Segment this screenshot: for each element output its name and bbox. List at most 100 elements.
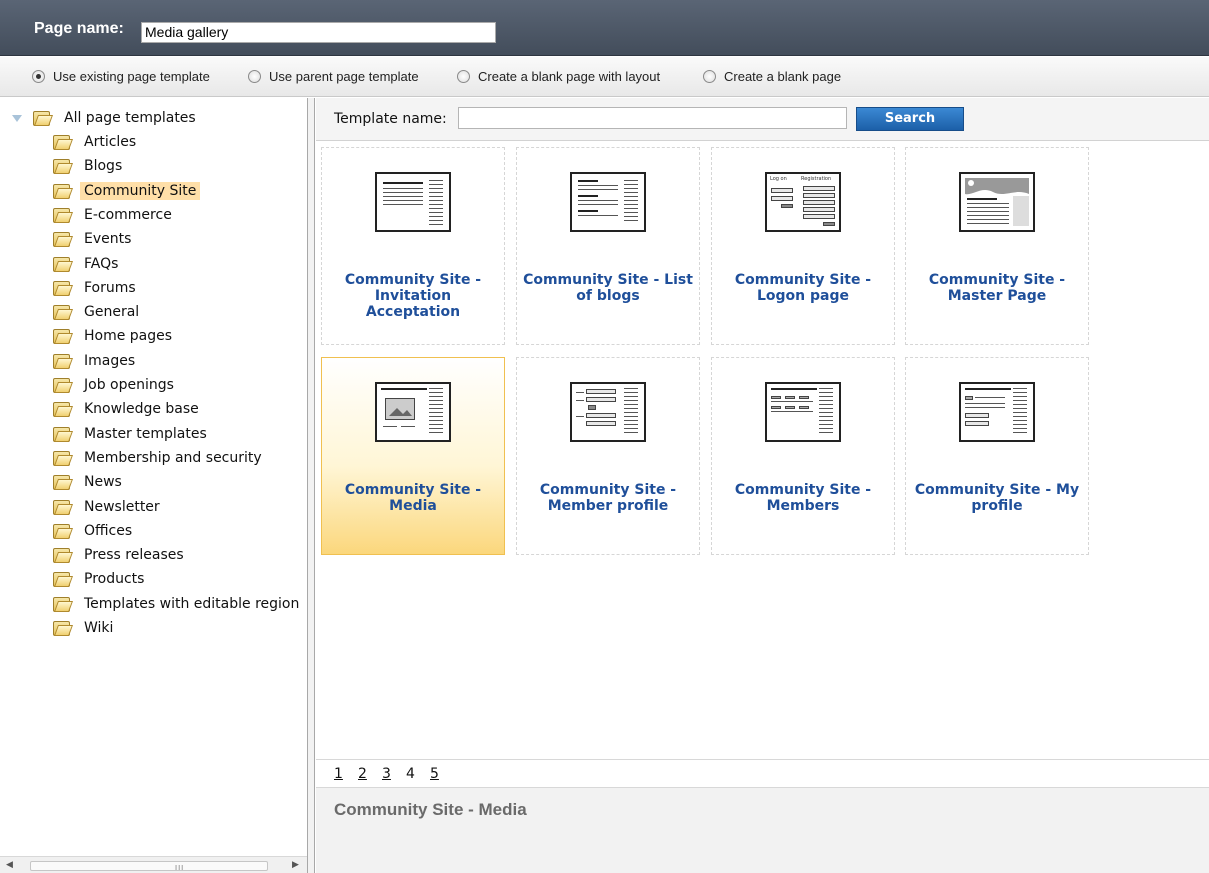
page-link[interactable]: 5 bbox=[430, 766, 439, 782]
tree-item-label[interactable]: Press releases bbox=[80, 546, 188, 564]
folder-icon bbox=[52, 353, 70, 369]
folder-icon bbox=[52, 159, 70, 175]
tree-item-label[interactable]: Newsletter bbox=[80, 498, 164, 516]
tree-item[interactable]: Knowledge base bbox=[52, 399, 203, 419]
tree-item[interactable]: Master templates bbox=[52, 424, 211, 444]
option-existing-template[interactable]: Use existing page template bbox=[32, 69, 210, 84]
tree-item[interactable]: Wiki bbox=[52, 618, 117, 638]
tree-item[interactable]: Offices bbox=[52, 521, 136, 541]
folder-icon bbox=[52, 305, 70, 321]
tree-item[interactable]: Events bbox=[52, 229, 135, 249]
tree-root[interactable]: All page templates bbox=[12, 108, 200, 128]
template-card-selected[interactable]: Community Site - Media bbox=[321, 357, 505, 555]
template-card[interactable]: Community Site - Member profile bbox=[516, 357, 700, 555]
folder-icon bbox=[52, 450, 70, 466]
thumb-registration-label: Registration bbox=[801, 176, 832, 182]
scroll-right-icon[interactable]: ▶ bbox=[292, 860, 299, 870]
tree-item-label[interactable]: General bbox=[80, 303, 143, 321]
tree-horizontal-scrollbar[interactable]: ◀ III ▶ bbox=[0, 856, 307, 873]
media-gallery-icon bbox=[375, 382, 451, 442]
tree-item-label[interactable]: Forums bbox=[80, 279, 140, 297]
template-title[interactable]: Community Site - List of blogs bbox=[523, 272, 693, 304]
template-card[interactable]: Community Site - Invitation Acceptation bbox=[321, 147, 505, 345]
tree-item[interactable]: Blogs bbox=[52, 156, 126, 176]
page-name-label: Page name: bbox=[34, 20, 124, 37]
thumb-logon-label: Log on bbox=[770, 176, 787, 182]
tree-item[interactable]: Membership and security bbox=[52, 448, 266, 468]
template-title[interactable]: Community Site - Invitation Acceptation bbox=[328, 272, 498, 320]
tree-item-label[interactable]: Master templates bbox=[80, 425, 211, 443]
folder-icon bbox=[52, 548, 70, 564]
option-parent-template[interactable]: Use parent page template bbox=[248, 69, 419, 84]
tree-item[interactable]: Home pages bbox=[52, 326, 176, 346]
tree-item-label[interactable]: Knowledge base bbox=[80, 400, 203, 418]
tree-item-label[interactable]: E-commerce bbox=[80, 206, 176, 224]
tree-item[interactable]: Articles bbox=[52, 132, 140, 152]
template-card[interactable]: Community Site - Members bbox=[711, 357, 895, 555]
tree-item[interactable]: Templates with editable region bbox=[52, 594, 303, 614]
folder-icon bbox=[32, 111, 50, 126]
page-link[interactable]: 2 bbox=[358, 766, 367, 782]
option-blank-page[interactable]: Create a blank page bbox=[703, 69, 841, 84]
template-title[interactable]: Community Site - Master Page bbox=[912, 272, 1082, 304]
tree-item-label[interactable]: Offices bbox=[80, 522, 136, 540]
page-name-input[interactable]: Media gallery bbox=[141, 22, 496, 43]
blog-list-icon bbox=[570, 172, 646, 232]
tree-item-label[interactable]: Events bbox=[80, 230, 135, 248]
tree-item-label[interactable]: Home pages bbox=[80, 327, 176, 345]
tree-item-label[interactable]: Wiki bbox=[80, 619, 117, 637]
tree-root-label[interactable]: All page templates bbox=[60, 109, 200, 127]
template-card[interactable]: Community Site - Master Page bbox=[905, 147, 1089, 345]
tree-item-label[interactable]: Job openings bbox=[80, 376, 178, 394]
template-title[interactable]: Community Site - Members bbox=[718, 482, 888, 514]
folder-icon bbox=[52, 378, 70, 393]
tree-item[interactable]: FAQs bbox=[52, 254, 122, 274]
tree-item[interactable]: Newsletter bbox=[52, 497, 164, 517]
tree-item-label[interactable]: Community Site bbox=[80, 181, 201, 200]
tree-item[interactable]: General bbox=[52, 302, 143, 322]
template-name-input[interactable] bbox=[458, 107, 847, 129]
tree-item-label[interactable]: Products bbox=[80, 570, 148, 588]
page-link[interactable]: 1 bbox=[334, 766, 343, 782]
tree-item[interactable]: Community Site bbox=[52, 181, 201, 201]
template-card[interactable]: Community Site - List of blogs bbox=[516, 147, 700, 345]
collapse-toggle-icon[interactable] bbox=[12, 113, 22, 123]
radio-icon[interactable] bbox=[248, 70, 261, 83]
scrollbar-thumb[interactable]: III bbox=[30, 861, 268, 872]
scroll-left-icon[interactable]: ◀ bbox=[6, 860, 13, 870]
folder-icon bbox=[52, 426, 70, 442]
radio-icon[interactable] bbox=[703, 70, 716, 83]
template-card[interactable]: Community Site - My profile bbox=[905, 357, 1089, 555]
tree-item-label[interactable]: News bbox=[80, 473, 126, 491]
tree-item-label[interactable]: Templates with editable region bbox=[80, 595, 303, 613]
template-title[interactable]: Community Site - My profile bbox=[912, 482, 1082, 514]
tree-item[interactable]: Images bbox=[52, 351, 139, 371]
folder-icon bbox=[52, 135, 70, 150]
tree-item[interactable]: E-commerce bbox=[52, 205, 176, 225]
template-title[interactable]: Community Site - Logon page bbox=[718, 272, 888, 304]
tree-item[interactable]: Press releases bbox=[52, 545, 188, 565]
tree-item-label[interactable]: Blogs bbox=[80, 157, 126, 175]
tree-item-label[interactable]: Membership and security bbox=[80, 449, 266, 467]
radio-icon[interactable] bbox=[457, 70, 470, 83]
tree-item[interactable]: Products bbox=[52, 569, 148, 589]
template-options-bar: Use existing page template Use parent pa… bbox=[0, 57, 1209, 97]
folder-icon bbox=[52, 475, 70, 491]
tree-item[interactable]: Job openings bbox=[52, 375, 178, 395]
template-title[interactable]: Community Site - Media bbox=[328, 482, 498, 514]
template-title[interactable]: Community Site - Member profile bbox=[523, 482, 693, 514]
tree-item[interactable]: News bbox=[52, 472, 126, 492]
template-card[interactable]: Log on Registration Community Site - Log… bbox=[711, 147, 895, 345]
logon-form-icon: Log on Registration bbox=[765, 172, 841, 232]
tree-item-label[interactable]: FAQs bbox=[80, 255, 122, 273]
page-link[interactable]: 3 bbox=[382, 766, 391, 782]
search-button[interactable]: Search bbox=[856, 107, 964, 131]
folder-icon bbox=[52, 232, 70, 248]
option-blank-with-layout[interactable]: Create a blank page with layout bbox=[457, 69, 660, 84]
tree-item[interactable]: Forums bbox=[52, 278, 140, 298]
tree-item-label[interactable]: Images bbox=[80, 352, 139, 370]
pager: 1 2 3 4 5 bbox=[316, 759, 1209, 786]
pane-splitter[interactable] bbox=[307, 98, 315, 873]
radio-icon[interactable] bbox=[32, 70, 45, 83]
tree-item-label[interactable]: Articles bbox=[80, 133, 140, 151]
